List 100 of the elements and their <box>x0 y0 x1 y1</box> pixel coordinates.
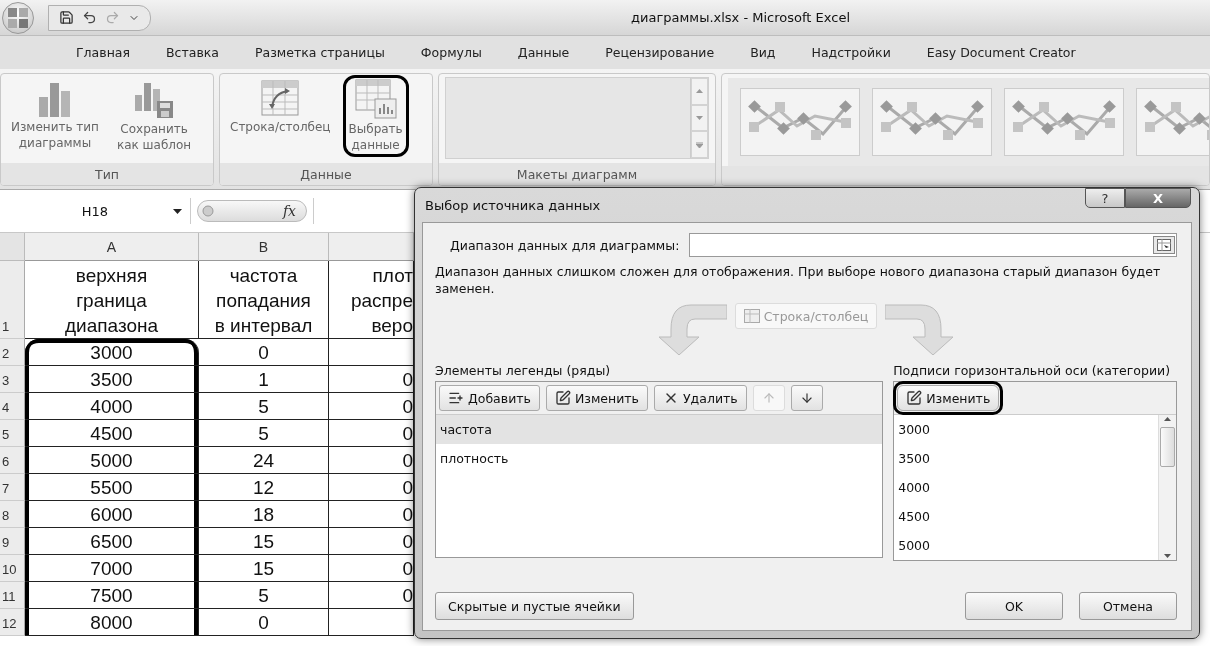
ribbon-button[interactable]: Изменить тип диаграммы <box>5 75 105 155</box>
ribbon-tab[interactable]: Данные <box>499 40 588 65</box>
ribbon-tab[interactable]: Вставка <box>148 40 237 65</box>
table-cell: 8000 <box>25 609 199 636</box>
list-item[interactable]: частота <box>436 415 883 444</box>
chart-style-thumbnail[interactable] <box>1004 88 1124 156</box>
toolbar-button[interactable]: Удалить <box>654 385 747 411</box>
dialog-title: Выбор источника данных <box>425 197 601 213</box>
office-button[interactable] <box>2 1 34 34</box>
row-header[interactable]: 2 <box>0 339 25 366</box>
table-cell: 5 <box>199 582 329 609</box>
expand-icon <box>696 141 703 148</box>
chart-style-thumbnail[interactable] <box>740 88 860 156</box>
redo-icon[interactable] <box>105 10 120 25</box>
hidden-cells-button[interactable]: Скрытые и пустые ячейки <box>435 592 634 620</box>
table-cell: 12 <box>199 474 329 501</box>
info-message: Диапазон данных слишком сложен для отображения. При выборе нового диапазона старый диапазон будет заменен. <box>435 263 1162 297</box>
ok-button[interactable]: OK <box>965 592 1063 620</box>
ribbon-tab[interactable]: Надстройки <box>793 40 909 65</box>
list-item[interactable]: 5000 <box>894 531 1158 560</box>
ribbon-button[interactable]: Строка/столбец <box>224 75 337 139</box>
close-button[interactable]: X <box>1125 188 1191 208</box>
table-cell: 5500 <box>25 474 199 501</box>
table-cell: 5 <box>199 393 329 420</box>
table-cell: 0 <box>199 609 329 636</box>
circle-icon <box>202 205 214 217</box>
table-cell: 15 <box>199 555 329 582</box>
group-label: Данные <box>300 166 352 182</box>
caret-up-icon <box>1164 417 1171 421</box>
table-cell: частота попадания в интервал <box>199 261 329 339</box>
section-label: Подписи горизонтальной оси (категории) <box>893 363 1172 378</box>
list-item[interactable]: 3000 <box>894 415 1158 444</box>
row-header[interactable]: 8 <box>0 501 25 528</box>
insert-function-button[interactable]: fx <box>282 203 296 219</box>
select-all-corner[interactable] <box>0 233 25 261</box>
ribbon-tab[interactable]: Главная <box>58 40 148 65</box>
toolbar-button[interactable] <box>790 385 823 411</box>
group-label: Тип <box>95 166 119 182</box>
table-cell: 7500 <box>25 582 199 609</box>
table-swap-icon <box>260 79 301 117</box>
ribbon-tab[interactable]: Рецензирование <box>587 40 733 65</box>
table-cell: 5 <box>199 420 329 447</box>
help-button[interactable]: ? <box>1085 188 1125 208</box>
column-header[interactable]: A <box>25 233 199 261</box>
edit-icon <box>906 390 923 406</box>
range-picker-button[interactable] <box>1153 236 1175 254</box>
chart-style-thumbnail[interactable] <box>872 88 992 156</box>
toolbar-button[interactable]: Добавить <box>439 385 540 411</box>
toolbar-button[interactable]: Изменить <box>545 385 648 411</box>
ribbon-tab[interactable]: Разметка страницы <box>236 40 403 65</box>
row-header[interactable]: 7 <box>0 474 25 501</box>
row-header[interactable]: 9 <box>0 528 25 555</box>
row-header[interactable]: 12 <box>0 609 25 636</box>
edit-icon <box>554 390 571 406</box>
table-cell: 24 <box>199 447 329 474</box>
ribbon-button[interactable]: Выбрать данные <box>342 75 409 157</box>
row-header[interactable]: 4 <box>0 393 25 420</box>
range-input-field[interactable] <box>689 233 1177 257</box>
caret-down-icon[interactable] <box>173 209 182 214</box>
scroll-down-button[interactable] <box>691 104 708 132</box>
office-logo-icon <box>6 5 30 30</box>
table-cell: 0 <box>199 339 329 366</box>
table-cell: 15 <box>199 528 329 555</box>
table-cell: 6500 <box>25 528 199 555</box>
column-header[interactable] <box>329 233 414 261</box>
list-item[interactable]: 4500 <box>894 502 1158 531</box>
row-header[interactable]: 5 <box>0 420 25 447</box>
row-header[interactable]: 10 <box>0 555 25 582</box>
field-label: Диапазон данных для диаграммы: <box>450 237 680 253</box>
scroll-thumb[interactable] <box>1160 427 1175 467</box>
row-header[interactable]: 6 <box>0 447 25 474</box>
column-header[interactable]: B <box>199 233 329 261</box>
cancel-button[interactable]: Отмена <box>1079 592 1177 620</box>
name-box[interactable]: H18 <box>0 198 191 224</box>
ribbon-tab[interactable]: Easy Document Creator <box>908 40 1094 65</box>
window-title: диаграммы.xlsx - Microsoft Excel <box>631 10 850 25</box>
table-cell: 4000 <box>25 393 199 420</box>
list-item[interactable]: 3500 <box>894 444 1158 473</box>
table-chart-icon <box>354 79 397 119</box>
more-button[interactable] <box>691 131 708 158</box>
table-cell: верхняя граница диапазона <box>25 261 199 339</box>
ribbon-tab[interactable]: Формулы <box>402 40 500 65</box>
row-header[interactable]: 11 <box>0 582 25 609</box>
caret-up-icon <box>696 89 703 94</box>
layout-gallery[interactable] <box>445 77 709 159</box>
scrollbar[interactable] <box>1158 415 1176 560</box>
ribbon-button[interactable]: Сохранить как шаблон <box>110 75 198 157</box>
table-cell: 6000 <box>25 501 199 528</box>
save-icon[interactable] <box>59 10 74 25</box>
row-header[interactable]: 3 <box>0 366 25 393</box>
table-cell: 5000 <box>25 447 199 474</box>
table-cell: 4500 <box>25 420 199 447</box>
list-item[interactable]: 4000 <box>894 473 1158 502</box>
ribbon-tab[interactable]: Вид <box>732 40 794 65</box>
caret-down-icon <box>696 116 703 120</box>
table-cell: 3500 <box>25 366 199 393</box>
row-header[interactable]: 1 <box>0 261 25 339</box>
caret-down-icon <box>1164 554 1171 558</box>
scroll-up-button[interactable] <box>691 78 708 105</box>
undo-icon[interactable] <box>82 10 97 25</box>
